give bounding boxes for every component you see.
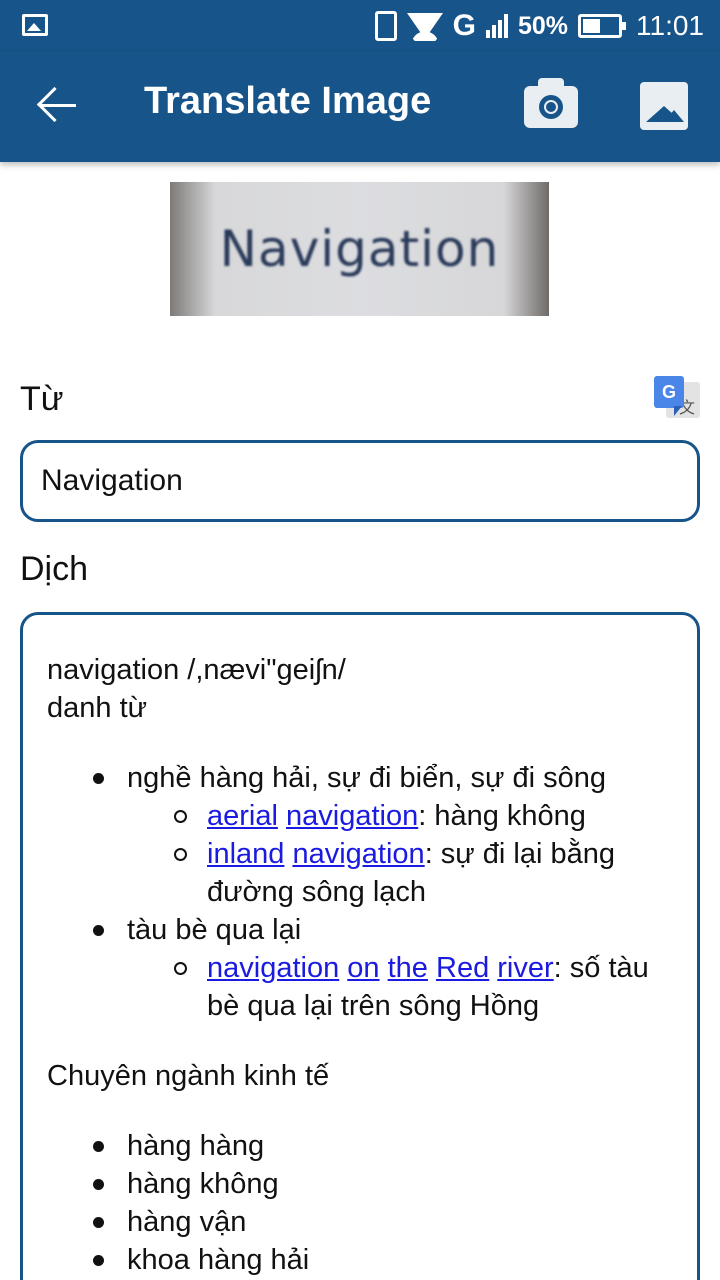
translation-result: navigation /,nævi"geiʃn/ danh từ nghề hà… (20, 612, 700, 1280)
example-link[interactable]: navigation (207, 952, 339, 984)
section-item: hàng hàng (47, 1127, 673, 1165)
back-arrow-icon[interactable] (36, 82, 84, 130)
sense-list: nghề hàng hải, sự đi biển, sự đi sông ae… (47, 759, 673, 1025)
sense-item: nghề hàng hải, sự đi biển, sự đi sông ae… (47, 759, 673, 911)
example-link[interactable]: navigation (286, 800, 418, 832)
status-bar: G 50% 11:01 (0, 0, 720, 52)
example-item: aerial navigation: hàng không (127, 797, 673, 835)
sense-item: tàu bè qua lại navigation on the Red riv… (47, 911, 673, 1025)
example-link[interactable]: river (497, 952, 553, 984)
camera-icon[interactable] (524, 78, 580, 128)
google-translate-icon[interactable]: 文 G (654, 376, 700, 420)
example-link[interactable]: the (388, 952, 428, 984)
vibrate-icon (374, 11, 397, 41)
signal-icon (485, 14, 508, 38)
status-icons: G 50% 11:01 (374, 8, 704, 44)
image-notification-icon (22, 14, 48, 36)
example-link[interactable]: aerial (207, 800, 278, 832)
example-item: navigation on the Red river: số tàu bè q… (127, 949, 673, 1025)
example-list: navigation on the Red river: số tàu bè q… (127, 949, 673, 1025)
source-label: Từ (20, 380, 64, 418)
wifi-icon (406, 11, 443, 41)
captured-image-preview: Navigation (170, 182, 549, 316)
translation-label: Dịch (20, 550, 89, 588)
example-link[interactable]: navigation (292, 838, 424, 870)
part-of-speech: danh từ (47, 692, 148, 724)
example-link[interactable]: Red (436, 952, 489, 984)
battery-icon (578, 14, 626, 38)
headword: navigation /,nævi"geiʃn/ (47, 654, 346, 686)
example-link[interactable]: inland (207, 838, 284, 870)
preview-image-text: Navigation (219, 220, 500, 278)
section-list: hàng hàng hàng không hàng vận khoa hàng … (47, 1127, 673, 1279)
section-item: khoa hàng hải (47, 1241, 673, 1279)
example-link[interactable]: on (347, 952, 379, 984)
network-type: G (452, 9, 476, 42)
app-bar: Translate Image (0, 52, 720, 162)
page-title: Translate Image (144, 80, 432, 122)
clock: 11:01 (636, 10, 704, 41)
source-text-field[interactable]: Navigation (20, 440, 700, 522)
section-item: hàng vận (47, 1203, 673, 1241)
battery-percent: 50% (517, 11, 568, 40)
section-item: hàng không (47, 1165, 673, 1203)
example-item: inland navigation: sự đi lại bằng đường … (127, 835, 673, 911)
section-title: Chuyên ngành kinh tế (47, 1060, 330, 1092)
gallery-icon[interactable] (640, 82, 688, 130)
example-list: aerial navigation: hàng không inland nav… (127, 797, 673, 911)
